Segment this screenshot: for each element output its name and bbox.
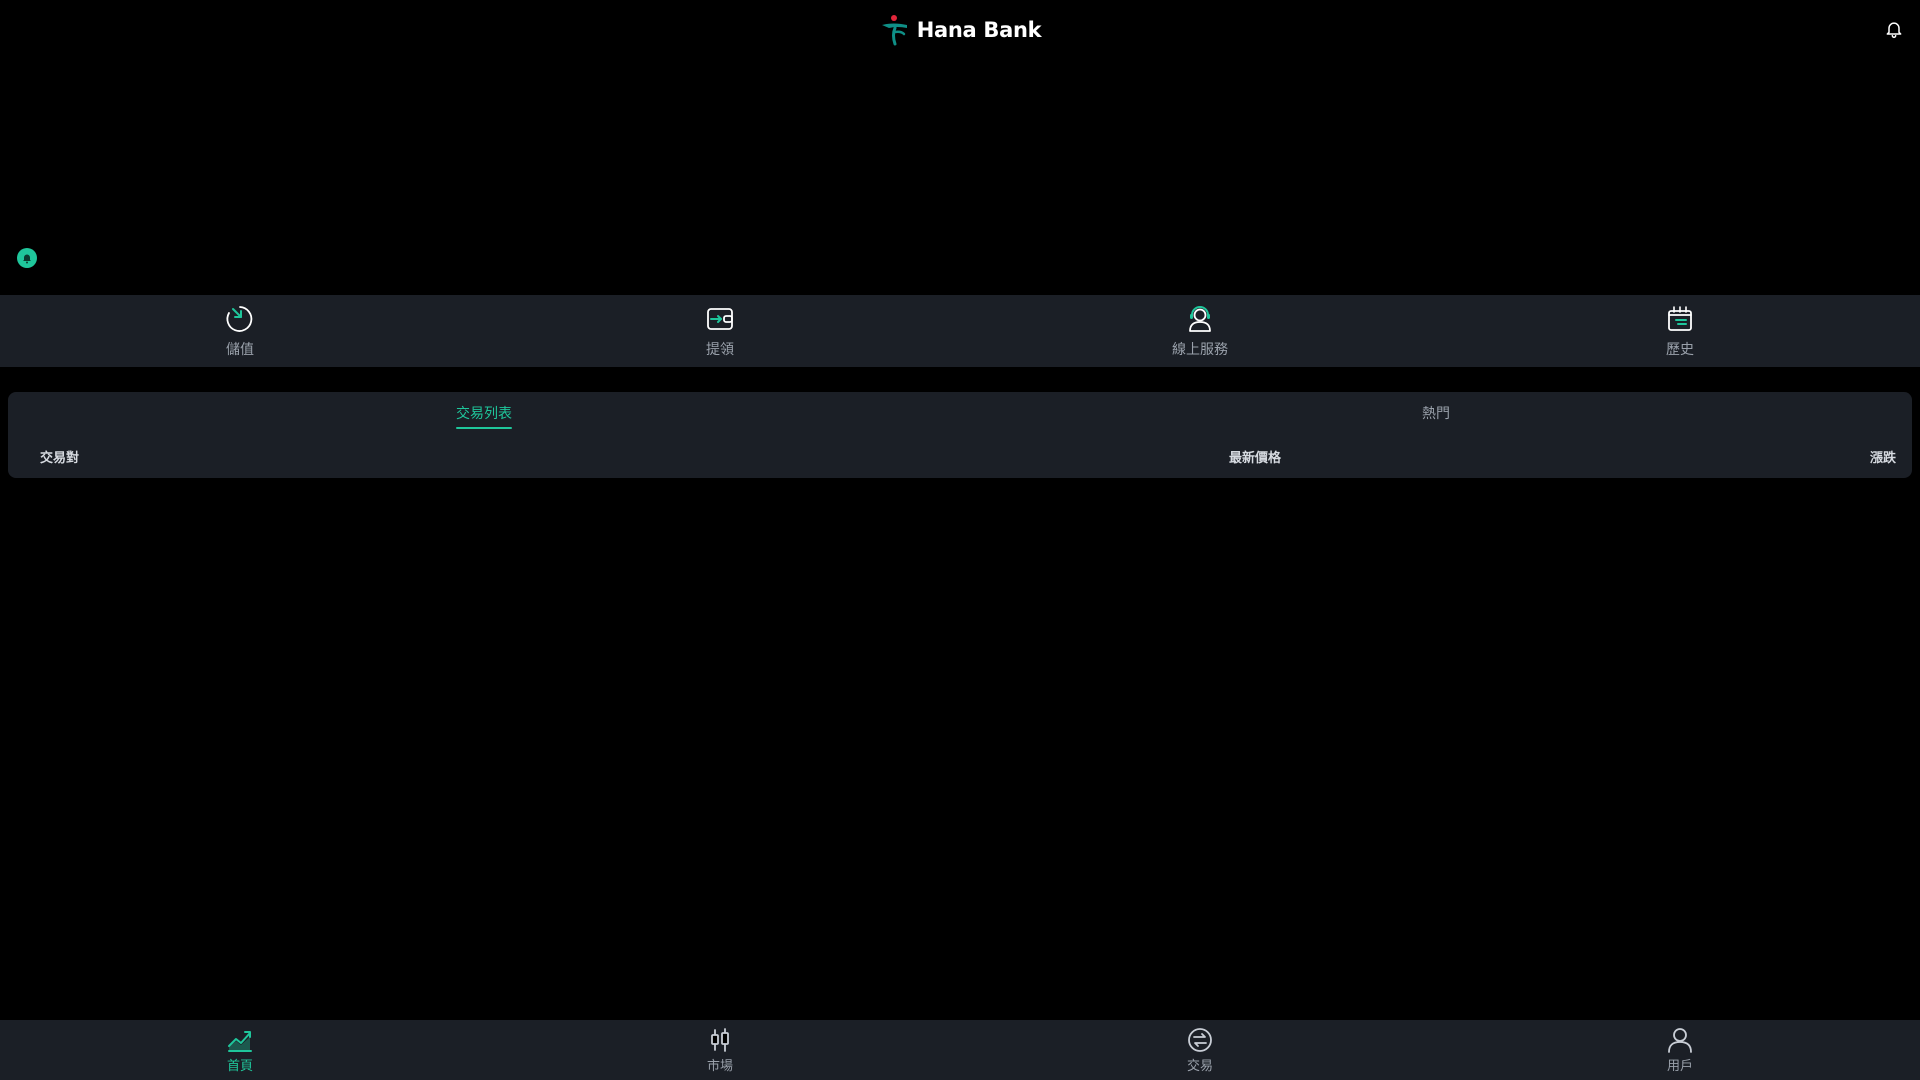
market-list-card: 交易列表 熱門 交易對 最新價格 漲跌: [8, 392, 1912, 478]
deposit-icon: [226, 305, 253, 332]
brand-logo-group: Hana Bank: [879, 13, 1042, 47]
withdraw-icon: [707, 307, 733, 330]
bottom-navigation: 首頁 市場 交易 用戶: [0, 1020, 1920, 1080]
top-header: Hana Bank: [0, 0, 1920, 60]
market-tabs: 交易列表 熱門: [8, 392, 1912, 436]
exchange-icon: [1188, 1028, 1212, 1052]
column-header-pair: 交易對: [40, 451, 80, 466]
brand-name: Hana Bank: [916, 18, 1042, 42]
quick-action-withdraw[interactable]: 提領: [480, 295, 960, 367]
quick-action-deposit[interactable]: 儲值: [0, 295, 480, 367]
quick-action-label: 歷史: [1666, 341, 1694, 358]
tab-label: 熱門: [1422, 406, 1450, 422]
nav-label: 市場: [706, 1059, 733, 1074]
tab-popular[interactable]: 熱門: [960, 392, 1912, 436]
bell-icon: [23, 254, 31, 264]
nav-item-home[interactable]: 首頁: [0, 1020, 480, 1080]
quick-action-history[interactable]: 歷史: [1440, 295, 1920, 367]
customer-service-icon: [1189, 305, 1211, 332]
column-header-change: 漲跌: [1869, 451, 1896, 466]
home-chart-icon: [228, 1031, 252, 1052]
user-icon: [1668, 1028, 1692, 1053]
candlestick-icon: [711, 1028, 729, 1052]
nav-label: 用戶: [1666, 1059, 1693, 1074]
market-table-header: 交易對 最新價格 漲跌: [8, 444, 1912, 474]
history-icon: [1668, 305, 1692, 331]
nav-item-trade[interactable]: 交易: [960, 1020, 1440, 1080]
floating-support-button[interactable]: [17, 248, 37, 268]
tab-label: 交易列表: [456, 399, 512, 429]
nav-item-user[interactable]: 用戶: [1440, 1020, 1920, 1080]
app-screen: Hana Bank 儲值 提領 線上服務 歷史 交易列表 熱門 交易對 最新價格…: [0, 0, 1920, 1080]
quick-action-label: 提領: [706, 341, 734, 358]
bell-icon: [1886, 22, 1902, 39]
column-header-price: 最新價格: [1229, 451, 1282, 466]
tab-trading-list[interactable]: 交易列表: [8, 392, 960, 436]
nav-item-market[interactable]: 市場: [480, 1020, 960, 1080]
nav-label: 首頁: [226, 1059, 253, 1074]
quick-action-label: 線上服務: [1172, 341, 1228, 358]
notification-button[interactable]: [1882, 17, 1906, 41]
quick-actions-bar: 儲值 提領 線上服務 歷史: [0, 295, 1920, 367]
quick-action-online-service[interactable]: 線上服務: [960, 295, 1440, 367]
hana-bank-logo-icon: [881, 15, 907, 46]
nav-label: 交易: [1186, 1059, 1213, 1074]
quick-action-label: 儲值: [226, 341, 254, 358]
